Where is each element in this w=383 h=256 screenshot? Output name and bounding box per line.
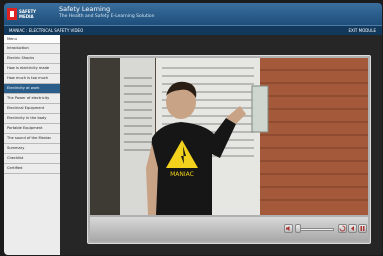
sidebar-item-introduction[interactable]: Introduction [4, 44, 60, 54]
player-controls [90, 217, 368, 241]
sidebar-item-portable-equipment[interactable]: Portable Equipment [4, 124, 60, 134]
app-title: Safety Learning [59, 5, 111, 13]
video-player: MANIAC [87, 55, 371, 244]
pause-icon[interactable] [358, 224, 367, 233]
content-area: MANIAC [60, 35, 382, 255]
breadcrumb: MANIAC : ELECTRICAL SAFETY VIDEO [9, 28, 84, 33]
course-menu: Menu Introduction Electric Shocks How is… [4, 35, 60, 255]
sidebar-item-checklist[interactable]: Checklist [4, 154, 60, 164]
sidebar-item-summary[interactable]: Summary [4, 144, 60, 154]
video-frame[interactable]: MANIAC [90, 58, 368, 215]
progress-bar[interactable] [300, 228, 334, 231]
logo-text: SAFETY MEDIA [19, 9, 41, 19]
module-navbar: MANIAC : ELECTRICAL SAFETY VIDEO EXIT MO… [4, 25, 382, 35]
video-still: MANIAC [90, 58, 368, 215]
app-subtitle: The Health and Safety E-Learning Solutio… [59, 14, 155, 19]
sidebar-item-body[interactable]: Electricity in the body [4, 114, 60, 124]
sidebar-item-sound[interactable]: The sound of the Maniac [4, 134, 60, 144]
sidebar-item-power[interactable]: The Power of electricity [4, 94, 60, 104]
sidebar-item-how-much[interactable]: How much is too much [4, 74, 60, 84]
safety-media-logo: SAFETY MEDIA [7, 5, 44, 22]
title-bar: SAFETY MEDIA Safety Learning The Health … [4, 3, 382, 25]
logo-line-2: MEDIA [19, 13, 34, 19]
sidebar-item-certified[interactable]: Certified [4, 164, 60, 174]
app-window: SAFETY MEDIA Safety Learning The Health … [4, 3, 382, 255]
sidebar-item-electric-shocks[interactable]: Electric Shocks [4, 54, 60, 64]
menu-header: Menu [4, 35, 60, 44]
exit-module-link[interactable]: EXIT MODULE [348, 27, 376, 34]
volume-icon[interactable] [284, 224, 293, 233]
sidebar-item-how-electricity-made[interactable]: How is electricity made [4, 64, 60, 74]
logo-mark-icon [7, 7, 17, 20]
rewind-icon[interactable] [338, 224, 347, 233]
shirt-text: MANIAC [170, 171, 194, 178]
sidebar-item-electricity-at-work[interactable]: Electricity at work [4, 84, 60, 94]
sidebar-item-electrical-equipment[interactable]: Electrical Equipment [4, 104, 60, 114]
previous-icon[interactable] [348, 224, 357, 233]
